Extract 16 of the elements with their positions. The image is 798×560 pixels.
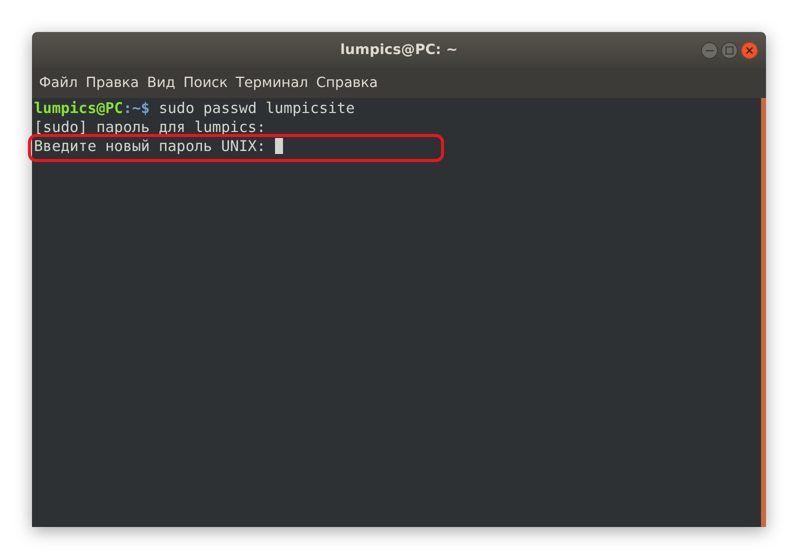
window-title: lumpics@PC: ~ <box>340 42 458 58</box>
menu-item[interactable]: Терминал <box>232 75 312 91</box>
menu-item[interactable]: Файл <box>35 75 82 91</box>
menu-item[interactable]: Поиск <box>179 75 232 91</box>
scrollbar[interactable] <box>761 98 766 527</box>
prompt-path: :~$ <box>123 100 150 116</box>
prompt-user: lumpics@PC <box>34 100 124 116</box>
minimize-button[interactable] <box>701 42 718 59</box>
menu-item[interactable]: Правка <box>82 75 143 91</box>
menu-item[interactable]: Справка <box>312 75 382 91</box>
command-text: sudo passwd lumpicsite <box>158 100 355 116</box>
output-text: Введите новый пароль UNIX: <box>34 138 267 154</box>
output-text: [sudo] пароль для lumpics: <box>34 118 266 136</box>
maximize-button[interactable] <box>721 42 738 59</box>
menu-item[interactable]: Вид <box>142 75 180 91</box>
close-button[interactable] <box>741 42 758 59</box>
